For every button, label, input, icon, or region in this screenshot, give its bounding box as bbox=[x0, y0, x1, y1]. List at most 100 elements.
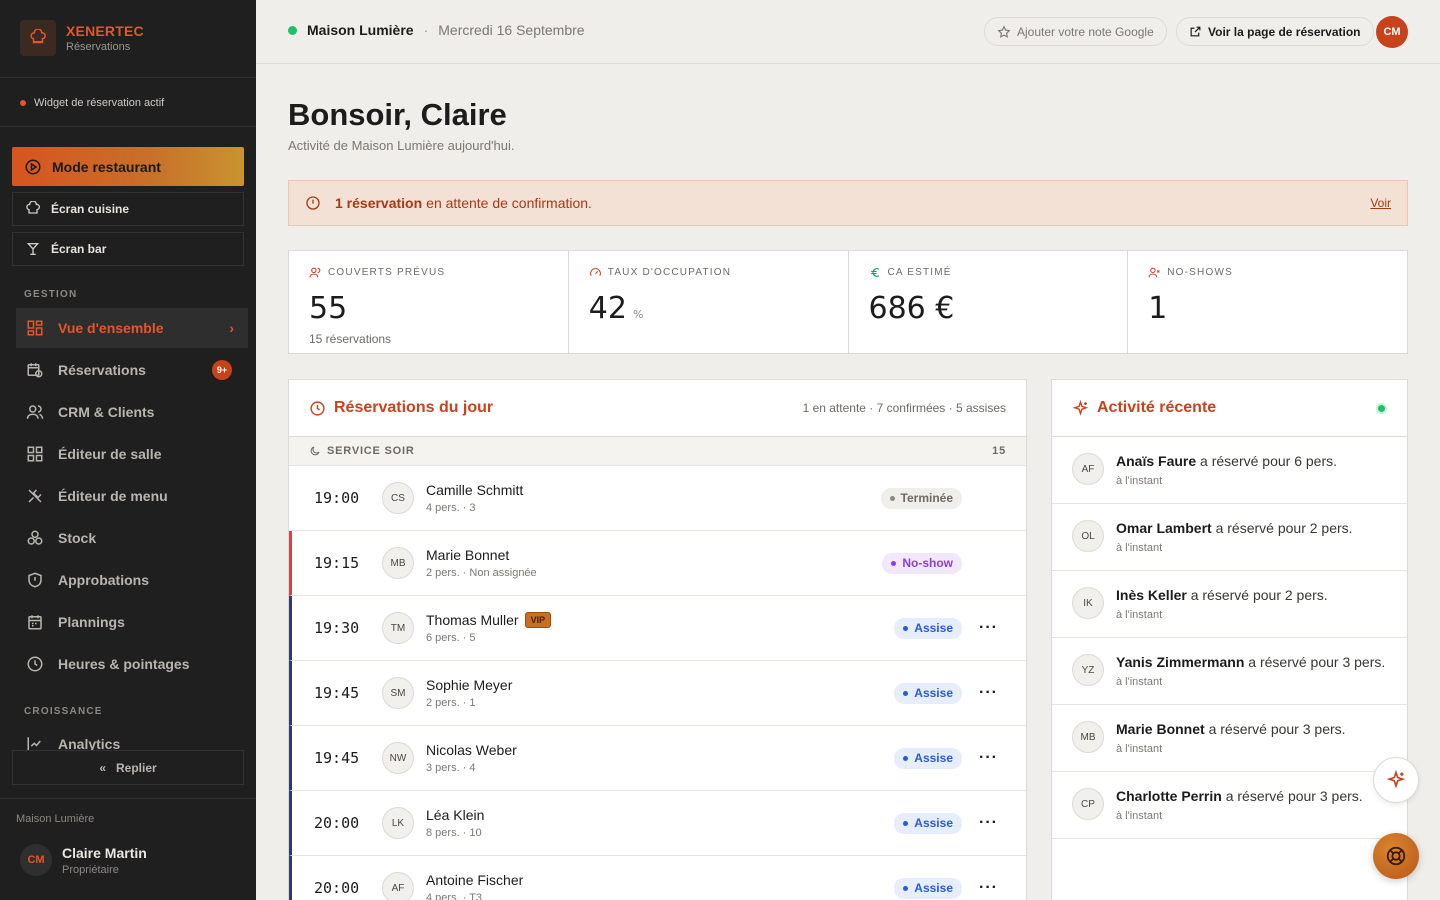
brand-name: XENERTEC bbox=[66, 23, 144, 39]
sidebar-item-reservations[interactable]: Réservations 9+ bbox=[16, 350, 248, 390]
reservation-details: 3 pers. · 4 bbox=[426, 762, 476, 774]
help-button[interactable] bbox=[1373, 833, 1419, 879]
live-indicator bbox=[1376, 402, 1387, 414]
ai-assistant-button[interactable] bbox=[1373, 757, 1419, 803]
reservation-time: 19:00 bbox=[314, 489, 360, 507]
reservations-title-text: Réservations du jour bbox=[334, 399, 494, 416]
stat-label: TAUX D'OCCUPATION bbox=[589, 266, 828, 279]
guest-name-wrap: Camille Schmitt bbox=[426, 482, 523, 498]
table-row[interactable]: 20:00 AF Antoine Fischer 4 pers. · T3 Assise… bbox=[289, 856, 1026, 900]
sidebar-item-stock[interactable]: Stock bbox=[16, 518, 248, 558]
more-options-button[interactable]: ··· bbox=[979, 879, 998, 897]
google-button-label: Ajouter votre note Google bbox=[1017, 24, 1154, 39]
list-item[interactable]: MB Marie Bonnet a réservé pour 3 pers. à l… bbox=[1052, 705, 1407, 772]
more-options-button[interactable]: ··· bbox=[979, 814, 998, 832]
activity-text: Charlotte Perrin a réservé pour 3 pers. bbox=[1116, 788, 1363, 804]
stat-number: 686 € bbox=[868, 291, 955, 326]
sidebar: XENERTEC Réservations Widget de réservat… bbox=[0, 0, 256, 900]
stat-label-text: CA ESTIMÉ bbox=[887, 267, 952, 278]
table-row[interactable]: 19:15 MB Marie Bonnet 2 pers. · Non assigné… bbox=[289, 531, 1026, 596]
reservations-summary: 1 en attente · 7 confirmées · 5 assises bbox=[802, 401, 1006, 415]
reservation-info: Léa Klein 8 pers. · 10 bbox=[426, 807, 484, 839]
list-item[interactable]: YZ Yanis Zimmermann a réservé pour 3 pers… bbox=[1052, 638, 1407, 705]
online-status-icon bbox=[288, 25, 297, 35]
restaurant-mode-button[interactable]: Mode restaurant bbox=[12, 147, 244, 186]
user-name: Claire Martin bbox=[62, 844, 147, 861]
activity-action: a réservé pour 3 pers. bbox=[1208, 721, 1346, 737]
reservation-info: Marie Bonnet 2 pers. · Non assignée bbox=[426, 547, 537, 579]
sidebar-item-approvals[interactable]: Approbations bbox=[16, 560, 248, 600]
add-google-rating-button[interactable]: Ajouter votre note Google bbox=[984, 17, 1167, 46]
status-label: Assise bbox=[914, 751, 953, 765]
status-label: No-show bbox=[902, 556, 953, 570]
more-options-button[interactable]: ··· bbox=[979, 619, 998, 637]
booking-button-label: Voir la page de réservation bbox=[1208, 24, 1361, 39]
clock-icon bbox=[309, 400, 326, 417]
activity-header: Activité récente bbox=[1052, 380, 1407, 437]
service-label: SERVICE SOIR bbox=[327, 445, 415, 457]
table-row[interactable]: 19:45 NW Nicolas Weber 3 pers. · 4 Assise ··· bbox=[289, 726, 1026, 791]
brand[interactable]: XENERTEC Réservations bbox=[20, 20, 144, 56]
status-dot-icon bbox=[903, 625, 909, 631]
activity-text: Inès Keller a réservé pour 2 pers. bbox=[1116, 587, 1328, 603]
table-row[interactable]: 19:45 SM Sophie Meyer 2 pers. · 1 Assise ··· bbox=[289, 661, 1026, 726]
status-dot-icon bbox=[20, 100, 26, 106]
customer-name: Marie Bonnet bbox=[1116, 721, 1205, 737]
guest-name-wrap: Antoine Fischer bbox=[426, 872, 523, 888]
users-icon bbox=[26, 403, 46, 421]
list-item[interactable]: OL Omar Lambert a réservé pour 2 pers. à l… bbox=[1052, 504, 1407, 571]
activity-text: Anaïs Faure a réservé pour 6 pers. bbox=[1116, 453, 1337, 469]
alert-view-link[interactable]: Voir bbox=[1370, 196, 1391, 210]
sidebar-item-timesheets[interactable]: Heures & pointages bbox=[16, 644, 248, 684]
stat-value: 55 bbox=[309, 291, 548, 326]
kitchen-screen-label: Écran cuisine bbox=[51, 202, 130, 216]
table-row[interactable]: 19:30 TM Thomas Muller VIP 6 pers. · 5 Assise… bbox=[289, 596, 1026, 661]
status-label: Assise bbox=[914, 621, 953, 635]
activity-content: Charlotte Perrin a réservé pour 3 pers. à… bbox=[1116, 788, 1363, 822]
service-header[interactable]: SERVICE SOIR 15 bbox=[289, 437, 1026, 466]
divider bbox=[0, 77, 256, 78]
sidebar-item-crm[interactable]: CRM & Clients bbox=[16, 392, 248, 432]
reservation-details: 4 pers. · T3 bbox=[426, 892, 483, 900]
reservation-details: 8 pers. · 10 bbox=[426, 827, 482, 839]
sidebar-item-label: Plannings bbox=[58, 614, 125, 630]
guest-name: Nicolas Weber bbox=[426, 742, 517, 758]
kitchen-screen-button[interactable]: Écran cuisine bbox=[12, 192, 244, 226]
sidebar-item-overview[interactable]: Vue d'ensemble › bbox=[16, 308, 248, 348]
grid-icon bbox=[26, 319, 46, 337]
guest-name-wrap: Nicolas Weber bbox=[426, 742, 517, 758]
avatar[interactable]: CM bbox=[1376, 16, 1408, 48]
guest-name: Marie Bonnet bbox=[426, 547, 510, 563]
stat-number: 1 bbox=[1148, 291, 1168, 326]
more-options-button[interactable]: ··· bbox=[979, 684, 998, 702]
stat-value: 1 bbox=[1148, 291, 1387, 326]
status-badge: Terminée bbox=[880, 487, 962, 509]
restaurant-mode-label: Mode restaurant bbox=[52, 158, 161, 175]
activity-content: Inès Keller a réservé pour 2 pers. à l'in… bbox=[1116, 587, 1328, 621]
reservation-details: 6 pers. · 5 bbox=[426, 632, 476, 644]
chevron-right-icon: › bbox=[229, 320, 234, 336]
status-badge: No-show bbox=[882, 552, 962, 574]
stat-label-text: NO-SHOWS bbox=[1167, 267, 1233, 278]
service-count: 15 bbox=[992, 445, 1006, 457]
sidebar-item-menu-editor[interactable]: Éditeur de menu bbox=[16, 476, 248, 516]
sidebar-item-floor-editor[interactable]: Éditeur de salle bbox=[16, 434, 248, 474]
list-item[interactable]: AF Anaïs Faure a réservé pour 6 pers. à l'… bbox=[1052, 437, 1407, 504]
avatar: OL bbox=[1072, 520, 1104, 552]
sidebar-item-label: Stock bbox=[58, 530, 97, 546]
view-booking-page-button[interactable]: Voir la page de réservation bbox=[1176, 17, 1374, 46]
users-icon bbox=[309, 266, 322, 279]
collapse-sidebar-button[interactable]: « Replier bbox=[12, 750, 244, 785]
table-row[interactable]: 19:00 CS Camille Schmitt 4 pers. · 3 Terminé… bbox=[289, 466, 1026, 531]
activity-text: Omar Lambert a réservé pour 2 pers. bbox=[1116, 520, 1353, 536]
activity-content: Omar Lambert a réservé pour 2 pers. à l'i… bbox=[1116, 520, 1353, 554]
list-item[interactable]: IK Inès Keller a réservé pour 2 pers. à l'… bbox=[1052, 571, 1407, 638]
table-row[interactable]: 20:00 LK Léa Klein 8 pers. · 10 Assise ··· bbox=[289, 791, 1026, 856]
user-profile[interactable]: CM Claire Martin Propriétaire bbox=[20, 844, 147, 876]
sidebar-item-label: Réservations bbox=[58, 362, 146, 378]
sidebar-item-schedules[interactable]: Plannings bbox=[16, 602, 248, 642]
bar-screen-button[interactable]: Écran bar bbox=[12, 232, 244, 266]
list-item[interactable]: CP Charlotte Perrin a réservé pour 3 pers… bbox=[1052, 772, 1407, 839]
more-options-button[interactable]: ··· bbox=[979, 749, 998, 767]
reservation-time: 19:30 bbox=[314, 619, 360, 637]
